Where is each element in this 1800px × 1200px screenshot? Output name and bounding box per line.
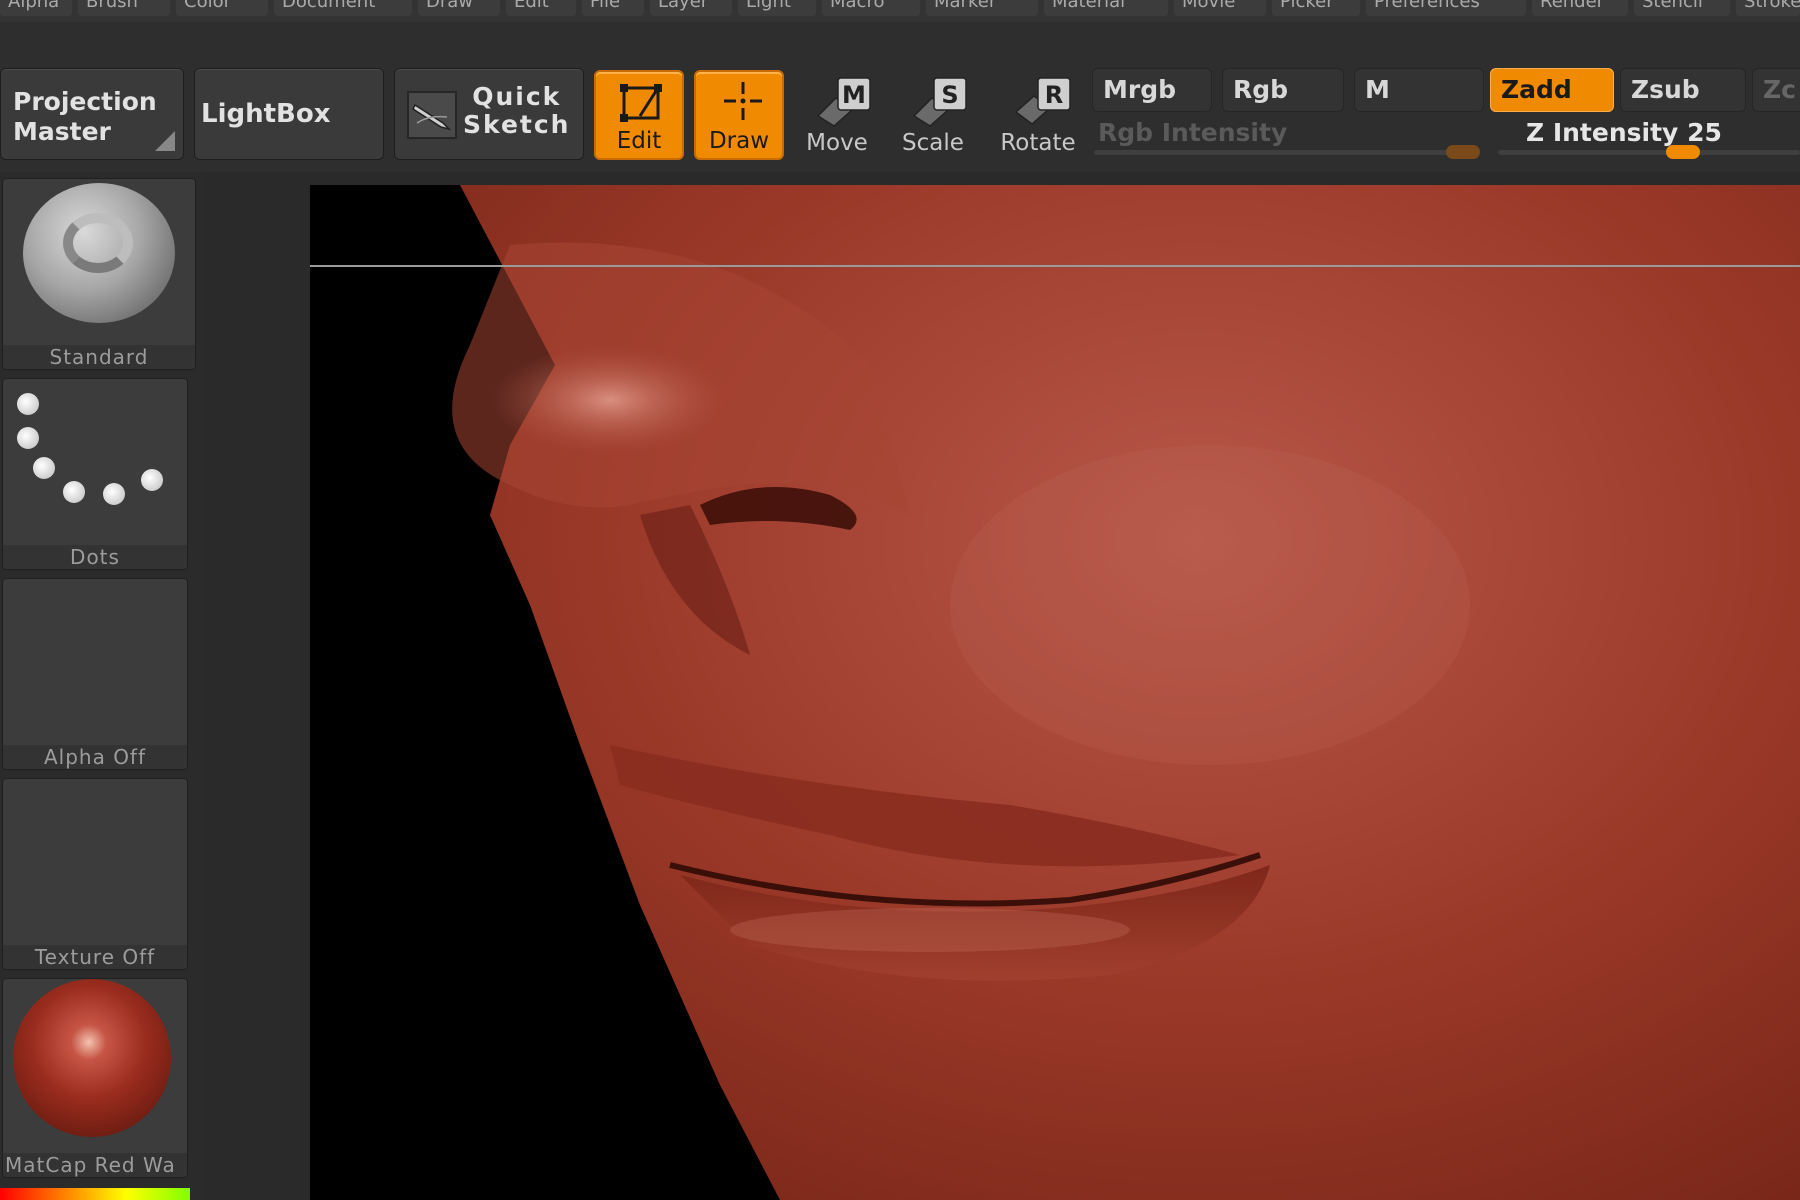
projection-master-button[interactable]: Projection Master — [0, 68, 184, 160]
zsub-button[interactable]: Zsub — [1620, 68, 1746, 112]
scale-mode-button[interactable]: S Scale — [888, 70, 978, 160]
material-name: MatCap Red Wa — [3, 1153, 187, 1177]
pencil-sketch-icon — [407, 91, 457, 139]
alpha-selector[interactable]: Alpha Off — [2, 578, 188, 770]
m-button[interactable]: M — [1354, 68, 1484, 112]
menu-preferences[interactable]: Preferences — [1366, 0, 1526, 16]
rotate-label: Rotate — [1000, 130, 1076, 156]
menu-file[interactable]: File — [582, 0, 644, 16]
menu-movie[interactable]: Movie — [1174, 0, 1266, 16]
expand-corner-icon — [155, 131, 175, 151]
mrgb-button[interactable]: Mrgb — [1092, 68, 1212, 112]
quick-sketch-button[interactable]: Quick Sketch — [394, 68, 584, 160]
lightbox-label: LightBox — [201, 99, 331, 129]
stroke-name: Dots — [3, 545, 187, 569]
brush-selector[interactable]: Standard — [2, 178, 196, 370]
menu-light[interactable]: Light — [738, 0, 816, 16]
move-icon: M — [816, 77, 871, 127]
z-intensity-slider-handle[interactable] — [1666, 145, 1700, 159]
z-intensity-readout: Z Intensity 25 — [1526, 118, 1722, 147]
brush-name: Standard — [3, 345, 195, 369]
alpha-name: Alpha Off — [3, 745, 187, 769]
z-intensity-slider[interactable] — [1498, 150, 1800, 155]
z-intensity-value: 25 — [1687, 118, 1722, 147]
edit-mode-button[interactable]: Edit — [594, 70, 684, 160]
svg-text:R: R — [1045, 81, 1063, 109]
matcap-red-wax-icon — [13, 979, 171, 1137]
menu-macro[interactable]: Macro — [822, 0, 920, 16]
z-intensity-label: Z Intensity — [1526, 118, 1679, 147]
color-picker-strip[interactable] — [0, 1188, 190, 1200]
edit-icon — [620, 84, 662, 122]
horizon-guide-line — [310, 265, 1800, 267]
draw-mode-button[interactable]: Draw — [694, 70, 784, 160]
rotate-icon: R — [1014, 77, 1071, 125]
draw-crosshair-icon — [724, 82, 762, 120]
texture-name: Texture Off — [3, 945, 187, 969]
menu-marker[interactable]: Marker — [926, 0, 1038, 16]
menu-document[interactable]: Document — [274, 0, 412, 16]
svg-text:S: S — [941, 81, 958, 109]
rotate-mode-button[interactable]: R Rotate — [988, 70, 1088, 160]
menu-render[interactable]: Render — [1532, 0, 1628, 16]
main-menubar: Alpha Brush Color Document Draw Edit Fil… — [0, 0, 1800, 22]
menu-draw[interactable]: Draw — [418, 0, 500, 16]
menu-edit[interactable]: Edit — [506, 0, 576, 16]
sculpt-viewport[interactable] — [310, 185, 1800, 1200]
stroke-selector[interactable]: Dots — [2, 378, 188, 570]
rgb-intensity-slider-handle[interactable] — [1446, 145, 1480, 159]
material-selector[interactable]: MatCap Red Wa — [2, 978, 188, 1178]
svg-text:M: M — [842, 81, 866, 109]
zadd-button[interactable]: Zadd — [1490, 68, 1614, 112]
menu-alpha[interactable]: Alpha — [0, 0, 72, 16]
draw-label: Draw — [708, 128, 770, 154]
move-label: Move — [806, 130, 868, 156]
menu-picker[interactable]: Picker — [1272, 0, 1360, 16]
menu-material[interactable]: Material — [1044, 0, 1168, 16]
standard-brush-icon — [23, 183, 175, 323]
move-mode-button[interactable]: M Move — [792, 70, 882, 160]
menu-brush[interactable]: Brush — [78, 0, 170, 16]
zcut-button[interactable]: Zc — [1752, 68, 1800, 112]
edit-label: Edit — [616, 128, 662, 154]
menu-layer[interactable]: Layer — [650, 0, 732, 16]
lightbox-button[interactable]: LightBox — [194, 68, 384, 160]
menu-color[interactable]: Color — [176, 0, 268, 16]
scale-label: Scale — [902, 130, 964, 156]
texture-selector[interactable]: Texture Off — [2, 778, 188, 970]
menu-stroke[interactable]: Stroke — [1736, 0, 1800, 16]
menu-stencil[interactable]: Stencil — [1634, 0, 1730, 16]
sculpted-face-render — [452, 185, 1800, 1200]
rgb-button[interactable]: Rgb — [1222, 68, 1344, 112]
rgb-intensity-slider[interactable] — [1094, 150, 1478, 155]
projection-master-label: Projection Master — [13, 87, 157, 146]
rgb-intensity-label: Rgb Intensity — [1098, 118, 1288, 147]
quick-sketch-label: Quick Sketch — [463, 82, 571, 139]
scale-icon: S — [912, 77, 967, 127]
